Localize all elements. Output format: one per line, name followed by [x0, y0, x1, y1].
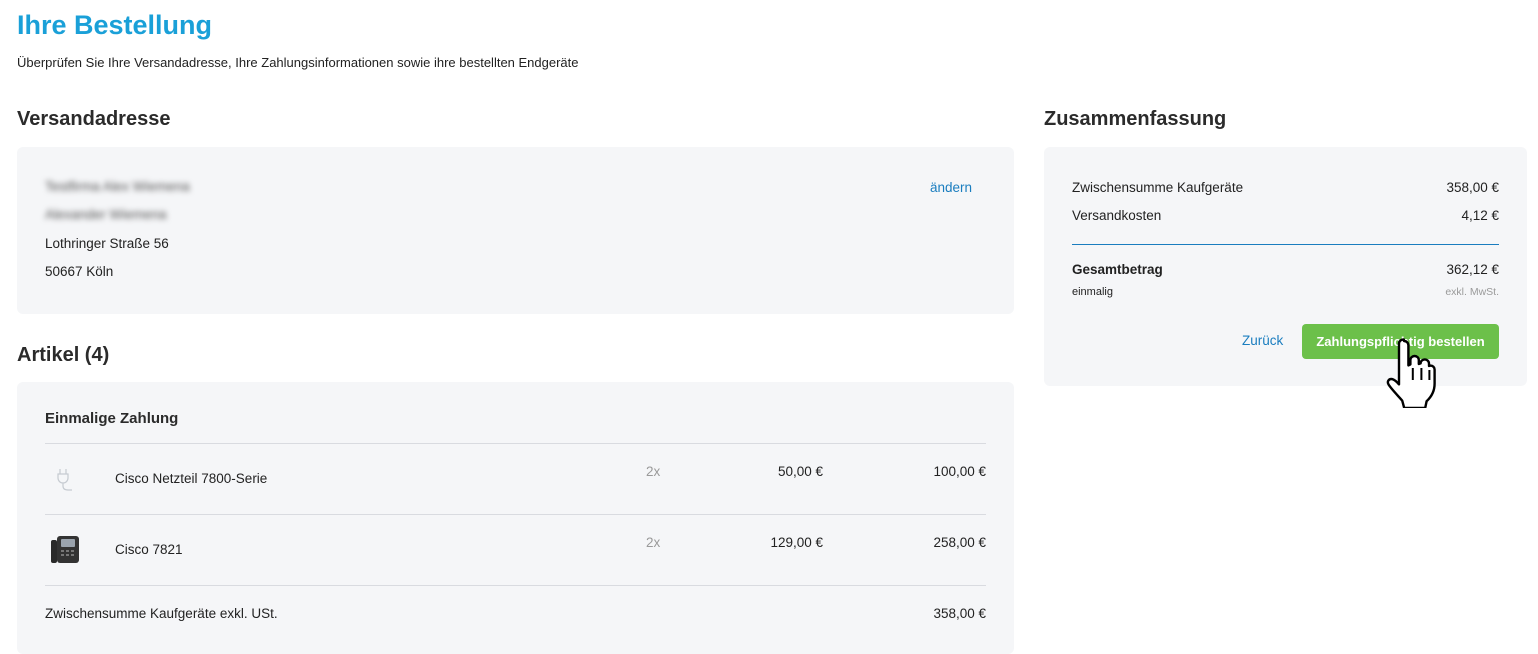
summary-subtotal-row: Zwischensumme Kaufgeräte 358,00 €: [1072, 180, 1499, 195]
shipping-street: Lothringer Straße 56: [45, 236, 169, 251]
summary-section-title: Zusammenfassung: [1044, 108, 1227, 130]
summary-divider: [1072, 244, 1499, 245]
payment-group-title: Einmalige Zahlung: [45, 410, 179, 427]
change-address-link[interactable]: ändern: [930, 180, 972, 195]
summary-total-row: Gesamtbetrag 362,12 €: [1072, 262, 1499, 277]
shipping-address-card: Testfirma Alex Wiemena Alexander Wiemena…: [17, 147, 1014, 314]
articles-card: Einmalige Zahlung Cisco Netzteil 7800-Se…: [17, 382, 1014, 654]
summary-shipping-row: Versandkosten 4,12 €: [1072, 208, 1499, 223]
summary-shipping-value: 4,12 €: [1461, 208, 1499, 223]
item-qty: 2x: [646, 535, 661, 550]
item-name: Cisco 7821: [115, 542, 183, 557]
item-total: 258,00 €: [933, 535, 986, 550]
item-unit-price: 50,00 €: [777, 464, 823, 479]
page-title: Ihre Bestellung: [17, 10, 213, 40]
item-unit-price: 129,00 €: [770, 535, 823, 550]
summary-total-label: Gesamtbetrag: [1072, 262, 1163, 277]
summary-subtotal-label: Zwischensumme Kaufgeräte: [1072, 180, 1244, 195]
summary-tax-note: exkl. MwSt.: [1445, 286, 1499, 298]
row-divider: [45, 585, 986, 586]
shipping-city: 50667 Köln: [45, 264, 114, 279]
articles-subtotal-value: 358,00 €: [933, 606, 986, 621]
shipping-section-title: Versandadresse: [17, 108, 171, 130]
summary-shipping-label: Versandkosten: [1072, 208, 1162, 223]
articles-subtotal-label: Zwischensumme Kaufgeräte exkl. USt.: [45, 606, 278, 621]
desk-phone-icon: [51, 536, 79, 563]
summary-total-note: einmalig: [1072, 286, 1113, 298]
item-name: Cisco Netzteil 7800-Serie: [115, 471, 268, 486]
row-divider: [45, 514, 986, 515]
hand-cursor-icon: [1386, 338, 1436, 408]
back-link[interactable]: Zurück: [1242, 333, 1283, 348]
summary-subtotal-value: 358,00 €: [1446, 180, 1499, 195]
item-total: 100,00 €: [933, 464, 986, 479]
item-qty: 2x: [646, 464, 661, 479]
shipping-name-line-1: Testfirma Alex Wiemena: [45, 179, 190, 194]
summary-note-row: einmalig exkl. MwSt.: [1072, 286, 1499, 298]
summary-total-value: 362,12 €: [1446, 262, 1499, 277]
articles-section-title: Artikel (4): [17, 344, 110, 366]
page-subtitle: Überprüfen Sie Ihre Versandadresse, Ihre…: [17, 55, 579, 70]
summary-card: Zwischensumme Kaufgeräte 358,00 € Versan…: [1044, 147, 1527, 386]
row-divider: [45, 443, 986, 444]
power-adapter-icon: [57, 469, 72, 491]
shipping-name-line-2: Alexander Wiemena: [45, 207, 167, 222]
